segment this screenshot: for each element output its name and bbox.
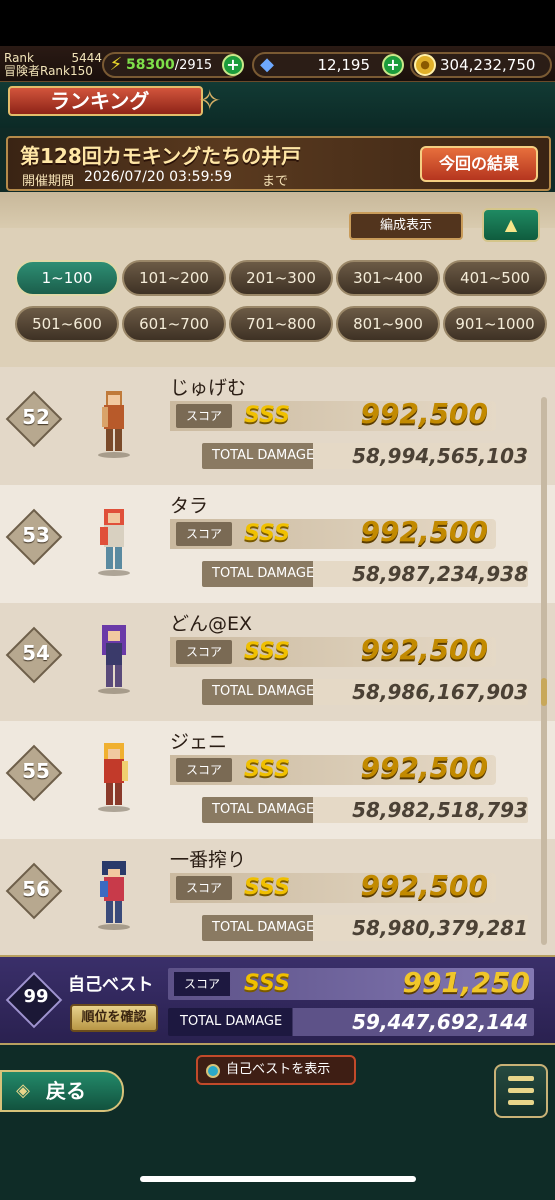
ranking-row[interactable]: 53 タラ スコア SSS 992,500 TOTAL DAMAGE 58,98… bbox=[0, 485, 555, 603]
rank-number: 56 bbox=[22, 877, 50, 901]
ranking-row[interactable]: 52 じゅげむ スコア SSS 992,500 TOTAL DAMAGE 58,… bbox=[0, 367, 555, 485]
total-damage-label: TOTAL DAMAGE bbox=[212, 448, 315, 463]
sss-rank-icon: SSS bbox=[244, 639, 290, 664]
sss-rank-icon: SSS bbox=[244, 757, 290, 782]
character-sprite bbox=[98, 509, 130, 576]
ranking-row[interactable]: 55 ジェニ スコア SSS 992,500 TOTAL DAMAGE 58,9… bbox=[0, 721, 555, 839]
current-results-button[interactable]: 今回の結果 bbox=[420, 146, 538, 182]
gold-value: 304,232,750 bbox=[440, 56, 536, 74]
range-tab-301-400[interactable]: 301~400 bbox=[336, 260, 440, 296]
event-title: 第128回カモキングたちの井戸 bbox=[20, 144, 302, 168]
range-tab-1-100[interactable]: 1~100 bbox=[15, 260, 119, 296]
ranking-row[interactable]: 56 一番搾り スコア SSS 992,500 TOTAL DAMAGE 58,… bbox=[0, 839, 555, 955]
total-damage-value: 58,986,167,903 bbox=[352, 680, 528, 704]
formation-view-button[interactable]: 編成表示 bbox=[349, 212, 463, 240]
player-name: タラ bbox=[170, 495, 209, 517]
score-label: スコア bbox=[176, 876, 232, 900]
add-stamina-button[interactable]: + bbox=[222, 54, 244, 76]
page-title: ランキング bbox=[8, 86, 203, 116]
character-sprite bbox=[98, 391, 130, 458]
range-tab-601-700[interactable]: 601~700 bbox=[122, 306, 226, 342]
score-value: 992,500 bbox=[360, 751, 488, 784]
total-damage-label: TOTAL DAMAGE bbox=[212, 920, 315, 935]
self-rank-number: 99 bbox=[23, 986, 49, 1007]
sss-rank-icon: SSS bbox=[244, 521, 290, 546]
score-value: 992,500 bbox=[360, 869, 488, 902]
event-period-label: 開催期間 bbox=[22, 174, 75, 189]
player-name: 一番搾り bbox=[170, 849, 247, 871]
score-label: スコア bbox=[176, 404, 232, 428]
show-self-best-button[interactable]: 自己ベストを表示 bbox=[196, 1055, 356, 1085]
list-scrollbar-thumb[interactable] bbox=[541, 678, 547, 706]
score-label: スコア bbox=[176, 758, 232, 782]
total-damage-label: TOTAL DAMAGE bbox=[212, 566, 315, 581]
event-period-value: 2026/07/20 03:59:59 bbox=[84, 169, 233, 185]
stamina-current: 58300 bbox=[126, 57, 175, 73]
player-name: じゅげむ bbox=[170, 377, 247, 399]
filter-strip bbox=[0, 192, 555, 228]
collapse-toggle-button[interactable]: ▲ bbox=[482, 208, 540, 242]
add-gems-button[interactable]: + bbox=[382, 54, 404, 76]
gems-pill: ◆ 12,195 + bbox=[252, 52, 404, 78]
total-damage-label: TOTAL DAMAGE bbox=[212, 684, 315, 699]
range-tab-801-900[interactable]: 801~900 bbox=[336, 306, 440, 342]
score-value: 992,500 bbox=[360, 633, 488, 666]
ranking-list[interactable]: 52 じゅげむ スコア SSS 992,500 TOTAL DAMAGE 58,… bbox=[0, 367, 555, 955]
character-sprite bbox=[98, 861, 130, 930]
total-damage-value: 58,980,379,281 bbox=[352, 916, 528, 940]
list-scrollbar[interactable] bbox=[541, 397, 547, 945]
player-name: ジェニ bbox=[170, 731, 228, 753]
record-icon bbox=[206, 1064, 220, 1078]
self-sss-icon: SSS bbox=[244, 971, 290, 996]
gold-pill: ● 304,232,750 bbox=[410, 52, 552, 78]
range-tab-501-600[interactable]: 501~600 bbox=[15, 306, 119, 342]
range-tab-901-1000[interactable]: 901~1000 bbox=[443, 306, 547, 342]
check-rank-button[interactable]: 順位を確認 bbox=[70, 1004, 158, 1032]
sss-rank-icon: SSS bbox=[244, 875, 290, 900]
stamina-max: /2915 bbox=[174, 57, 213, 73]
rank-number: 55 bbox=[22, 759, 50, 783]
self-score-label: スコア bbox=[174, 972, 230, 996]
range-tab-201-300[interactable]: 201~300 bbox=[229, 260, 333, 296]
menu-line-icon bbox=[508, 1100, 534, 1105]
total-damage-value: 58,982,518,793 bbox=[352, 798, 528, 822]
coin-icon: ● bbox=[414, 54, 436, 76]
gem-icon: ◆ bbox=[260, 54, 274, 75]
total-damage-label: TOTAL DAMAGE bbox=[212, 802, 315, 817]
rank-number: 52 bbox=[22, 405, 50, 429]
player-name: どん@EX bbox=[170, 613, 253, 635]
score-label: スコア bbox=[176, 522, 232, 546]
ranking-row[interactable]: 54 どん@EX スコア SSS 992,500 TOTAL DAMAGE 58… bbox=[0, 603, 555, 721]
system-status-bar bbox=[0, 0, 555, 46]
score-value: 992,500 bbox=[360, 515, 488, 548]
score-value: 992,500 bbox=[360, 397, 488, 430]
event-period-suffix: まで bbox=[262, 174, 289, 189]
self-best-label: 自己ベスト bbox=[68, 975, 154, 995]
rank-number: 54 bbox=[22, 641, 50, 665]
stamina-pill: ⚡ 58300 /2915 + bbox=[102, 52, 244, 78]
self-total-damage-label: TOTAL DAMAGE bbox=[180, 1014, 283, 1029]
menu-line-icon bbox=[508, 1088, 534, 1093]
ornament-icon: ✧ bbox=[198, 84, 222, 117]
total-damage-value: 58,994,565,103 bbox=[352, 444, 528, 468]
home-indicator[interactable] bbox=[140, 1176, 416, 1182]
self-score-value: 991,250 bbox=[402, 966, 530, 999]
adventurer-rank: 冒険者Rank150 bbox=[4, 64, 93, 78]
range-tab-701-800[interactable]: 701~800 bbox=[229, 306, 333, 342]
rank-number: 53 bbox=[22, 523, 50, 547]
self-total-damage-value: 59,447,692,144 bbox=[352, 1010, 528, 1034]
back-arrow-icon: ◈ bbox=[16, 1080, 30, 1101]
range-tab-101-200[interactable]: 101~200 bbox=[122, 260, 226, 296]
score-label: スコア bbox=[176, 640, 232, 664]
range-tab-401-500[interactable]: 401~500 bbox=[443, 260, 547, 296]
character-sprite bbox=[98, 625, 130, 694]
player-rank-block: Rank 5444 冒険者Rank150 bbox=[4, 52, 102, 80]
lightning-icon: ⚡ bbox=[109, 54, 123, 75]
sss-rank-icon: SSS bbox=[244, 403, 290, 428]
total-damage-value: 58,987,234,938 bbox=[352, 562, 528, 586]
menu-line-icon bbox=[508, 1076, 534, 1081]
character-sprite bbox=[98, 743, 130, 812]
